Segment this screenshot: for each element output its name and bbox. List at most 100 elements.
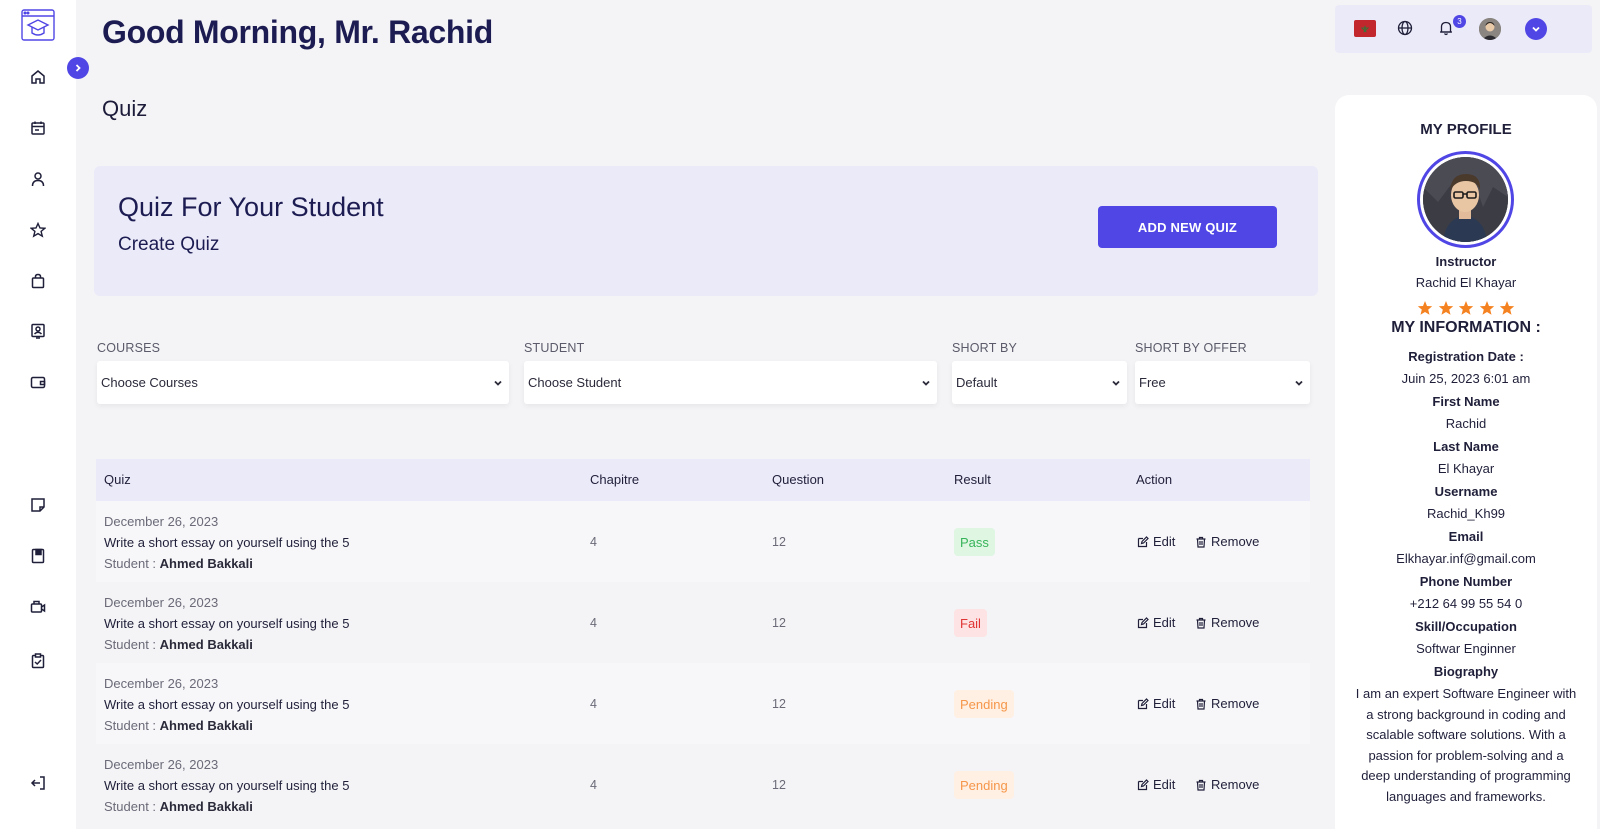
- quiz-chapitre: 4: [590, 616, 597, 630]
- note-icon[interactable]: [27, 494, 49, 516]
- remove-button[interactable]: Remove: [1195, 696, 1259, 711]
- quiz-banner: Quiz For Your Student Create Quiz ADD NE…: [94, 166, 1318, 296]
- header-question: Question: [772, 472, 825, 487]
- profile-photo-icon: [1423, 157, 1508, 242]
- star-icon[interactable]: [27, 219, 49, 241]
- user-avatar[interactable]: [1479, 18, 1501, 40]
- quiz-date: December 26, 2023: [104, 514, 219, 529]
- top-toolbar: 3: [1335, 5, 1592, 53]
- username-label: Username: [1434, 484, 1498, 499]
- quiz-date: December 26, 2023: [104, 757, 219, 772]
- student-name: Ahmed Bakkali: [159, 637, 253, 652]
- skill-value: Softwar Enginner: [1416, 641, 1516, 656]
- edit-label: Edit: [1153, 777, 1176, 792]
- clipboard-check-icon[interactable]: [27, 650, 49, 672]
- short-by-offer-select[interactable]: Free: [1135, 361, 1310, 404]
- student-name: Ahmed Bakkali: [159, 799, 253, 814]
- star-filled-icon: [1479, 301, 1494, 315]
- chevron-down-icon: [922, 380, 930, 386]
- avatar-image-icon: [1479, 18, 1501, 40]
- trash-icon: [1196, 779, 1206, 791]
- profile-menu-toggle[interactable]: [1525, 18, 1547, 40]
- profile-name: Rachid El Khayar: [1415, 275, 1517, 290]
- remove-button[interactable]: Remove: [1195, 777, 1259, 792]
- home-icon[interactable]: [27, 66, 49, 88]
- wallet-icon[interactable]: [27, 371, 49, 393]
- remove-label: Remove: [1211, 534, 1260, 549]
- quiz-date: December 26, 2023: [104, 595, 219, 610]
- email-label: Email: [1448, 529, 1484, 544]
- id-card-icon[interactable]: [27, 320, 49, 342]
- biography-text: I am an expert Software Engineer with a …: [1355, 686, 1577, 804]
- chevron-down-icon: [1295, 380, 1303, 386]
- book-icon[interactable]: [27, 545, 49, 567]
- student-name: Ahmed Bakkali: [159, 556, 253, 571]
- chevron-down-icon: [1112, 380, 1120, 386]
- edit-button[interactable]: Edit: [1137, 615, 1175, 630]
- short-by-select[interactable]: Default: [952, 361, 1127, 404]
- phone-number-label: Phone Number: [1419, 574, 1513, 589]
- result-badge: Pending: [954, 771, 1014, 799]
- quiz-question-count: 12: [772, 616, 786, 630]
- shopping-bag-icon[interactable]: [27, 270, 49, 292]
- edit-button[interactable]: Edit: [1137, 777, 1175, 792]
- star-filled-icon: [1417, 301, 1433, 315]
- first-name-label: First Name: [1432, 394, 1500, 409]
- quiz-title: Write a short essay on yourself using th…: [104, 535, 350, 550]
- globe-icon[interactable]: [1395, 18, 1415, 38]
- edit-button[interactable]: Edit: [1137, 534, 1175, 549]
- last-name-value: El Khayar: [1437, 461, 1495, 476]
- edit-icon: [1137, 778, 1149, 790]
- courses-select[interactable]: Choose Courses: [97, 361, 509, 404]
- last-name-label: Last Name: [1433, 439, 1499, 454]
- header-chapitre: Chapitre: [590, 472, 640, 487]
- profile-photo: [1423, 157, 1508, 242]
- student-select[interactable]: Choose Student: [524, 361, 937, 404]
- star-pentagram-icon: [1361, 25, 1369, 33]
- calendar-icon[interactable]: [27, 117, 49, 139]
- user-icon[interactable]: [27, 168, 49, 190]
- add-new-quiz-button[interactable]: ADD NEW QUIZ: [1098, 206, 1277, 248]
- student-filter-label: STUDENT: [524, 341, 585, 355]
- registration-date-value: Juin 25, 2023 6:01 am: [1401, 371, 1531, 386]
- email-value: Elkhayar.inf@gmail.com: [1396, 551, 1536, 566]
- biography-label: Biography: [1433, 664, 1499, 679]
- result-badge: Pending: [954, 690, 1014, 718]
- banner-title: Quiz For Your Student: [118, 192, 384, 222]
- edit-label: Edit: [1153, 615, 1176, 630]
- short-by-filter-label: SHORT BY: [952, 341, 1018, 355]
- edit-label: Edit: [1153, 696, 1176, 711]
- short-by-select-value: Default: [956, 375, 998, 390]
- courses-filter-label: COURSES: [97, 341, 161, 355]
- graduation-cap-logo-icon[interactable]: [20, 8, 56, 42]
- remove-button[interactable]: Remove: [1195, 534, 1259, 549]
- profile-heading: MY PROFILE: [1420, 121, 1512, 138]
- chevron-down-icon: [1532, 26, 1540, 32]
- phone-number-value: +212 64 99 55 54 0: [1409, 596, 1523, 611]
- sidebar: [0, 0, 76, 829]
- star-filled-icon: [1458, 301, 1474, 315]
- student-prefix: Student :: [104, 556, 157, 571]
- morocco-flag-icon[interactable]: [1354, 20, 1376, 37]
- quiz-title: Write a short essay on yourself using th…: [104, 697, 350, 712]
- trash-icon: [1196, 617, 1206, 629]
- logout-icon[interactable]: [27, 772, 49, 794]
- first-name-value: Rachid: [1445, 416, 1487, 431]
- student-select-value: Choose Student: [528, 375, 622, 390]
- chevron-down-icon: [494, 380, 502, 386]
- profile-avatar: [1417, 151, 1514, 248]
- quiz-question-count: 12: [772, 535, 786, 549]
- result-badge: Fail: [954, 609, 987, 637]
- short-by-offer-filter-label: SHORT BY OFFER: [1135, 341, 1247, 355]
- quiz-chapitre: 4: [590, 535, 597, 549]
- short-by-offer-select-value: Free: [1139, 375, 1166, 390]
- table-row: December 26, 2023 Write a short essay on…: [96, 744, 1310, 825]
- star-filled-icon: [1499, 301, 1515, 315]
- notification-count-badge: 3: [1453, 15, 1466, 28]
- remove-button[interactable]: Remove: [1195, 615, 1259, 630]
- sidebar-toggle-button[interactable]: [67, 57, 89, 79]
- edit-button[interactable]: Edit: [1137, 696, 1175, 711]
- student-prefix: Student :: [104, 799, 157, 814]
- video-icon[interactable]: [27, 596, 49, 618]
- result-badge: Pass: [954, 528, 995, 556]
